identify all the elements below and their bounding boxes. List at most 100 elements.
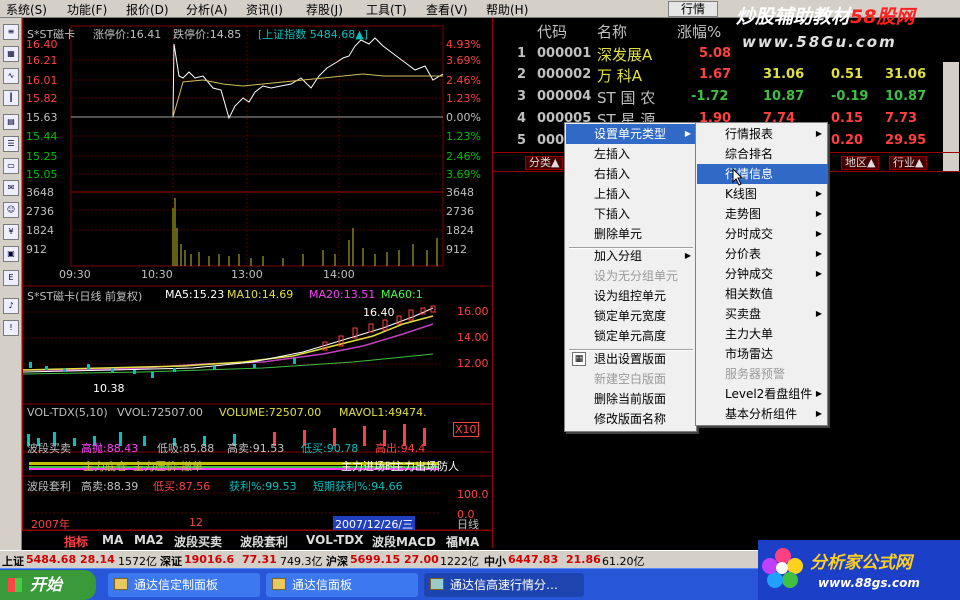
tab-indicator[interactable]: 指标 bbox=[64, 533, 88, 550]
start-button[interactable]: 开始 bbox=[0, 570, 96, 600]
warning-icon[interactable]: ! bbox=[3, 320, 19, 336]
ma60-label: MA60:1 bbox=[381, 288, 423, 301]
menu-kline-chart[interactable]: K线图 ▶ bbox=[697, 184, 828, 204]
menu-help[interactable]: 帮助(H) bbox=[486, 1, 528, 18]
bd-indicator-label: 波段买卖 bbox=[27, 442, 71, 455]
menu-rename-layout[interactable]: 修改版面名称 bbox=[566, 409, 697, 429]
menu-delete-layout[interactable]: 删除当前版面 bbox=[566, 389, 697, 409]
menu-big-orders[interactable]: 主力大单 bbox=[697, 324, 828, 344]
menu-delete-cell[interactable]: 删除单元 bbox=[566, 224, 697, 244]
volume-tick: 2736 bbox=[446, 205, 474, 218]
row-name[interactable]: 深发展A bbox=[597, 44, 652, 65]
row-name[interactable]: 万 科A bbox=[597, 65, 642, 86]
tab-ma[interactable]: MA bbox=[102, 533, 123, 547]
menu-minute-trades[interactable]: 分钟成交 ▶ bbox=[697, 264, 828, 284]
menu-insert-right[interactable]: 右插入 bbox=[566, 164, 697, 184]
table-icon[interactable]: ▤ bbox=[3, 114, 19, 130]
tab-bd-arbitrage[interactable]: 波段套利 bbox=[240, 533, 288, 550]
col-code[interactable]: 代码 bbox=[537, 21, 567, 42]
tab-ma2[interactable]: MA2 bbox=[134, 533, 164, 547]
menu-price-table[interactable]: 分价表 ▶ bbox=[697, 244, 828, 264]
row-code[interactable]: 000001 bbox=[537, 46, 591, 61]
menu-level2-components[interactable]: Level2看盘组件 ▶ bbox=[697, 384, 828, 404]
menu-set-cell-type[interactable]: 设置单元类型 ▶ bbox=[566, 124, 697, 144]
task-quote-app[interactable]: 通达信高速行情分… bbox=[424, 573, 584, 597]
row-number: 2 bbox=[517, 67, 527, 82]
mail-icon[interactable]: ✉ bbox=[3, 180, 19, 196]
menu-quote-report[interactable]: 行情报表 ▶ bbox=[697, 124, 828, 144]
list-icon[interactable]: ☰ bbox=[3, 136, 19, 152]
ad-url: www.88gs.com bbox=[818, 576, 920, 590]
menu-related-values[interactable]: 相关数值 bbox=[697, 284, 828, 304]
time-tick: 09:30 bbox=[59, 268, 91, 281]
tab-bd-trade[interactable]: 波段买卖 bbox=[174, 533, 222, 550]
folder-icon bbox=[272, 578, 286, 590]
bd-note: 主力压价-撤单 bbox=[133, 460, 203, 473]
row-delta: -0.19 bbox=[831, 89, 869, 104]
kline-icon[interactable]: ┃ bbox=[3, 90, 19, 106]
users-icon[interactable]: ☺ bbox=[3, 202, 19, 218]
grid-icon[interactable]: ▦ bbox=[3, 46, 19, 62]
task-panel[interactable]: 通达信面板 bbox=[266, 573, 418, 597]
menu-lock-height[interactable]: 锁定单元高度 bbox=[566, 326, 697, 346]
volume-tick: 3648 bbox=[26, 186, 54, 199]
menu-composite-rank[interactable]: 综合排名 bbox=[697, 144, 828, 164]
menu-lock-width[interactable]: 锁定单元宽度 bbox=[566, 306, 697, 326]
menu-add-group[interactable]: 加入分组 ▶ bbox=[566, 246, 697, 266]
menu-quote-info[interactable]: 行情信息 bbox=[697, 164, 828, 184]
doc-icon[interactable]: ▭ bbox=[3, 158, 19, 174]
bd-buy-value: 低买:90.78 bbox=[301, 442, 359, 455]
etf-icon[interactable]: E bbox=[3, 270, 19, 286]
menu-set-group-control[interactable]: 设为组控单元 bbox=[566, 286, 697, 306]
tab-fu-ma[interactable]: 福MA bbox=[446, 533, 479, 550]
volume-tick: 1824 bbox=[26, 224, 54, 237]
menu-insert-left[interactable]: 左插入 bbox=[566, 144, 697, 164]
menu-exit-layout[interactable]: ▦ 退出设置版面 bbox=[566, 349, 697, 369]
tab-bd-macd[interactable]: 波段MACD bbox=[372, 533, 436, 550]
row-number: 5 bbox=[517, 133, 527, 148]
chart-area[interactable]: S*ST磁卡 涨停价:16.41 跌停价:14.85 [上证指数 5484.68… bbox=[22, 18, 493, 548]
menu-insert-above[interactable]: 上插入 bbox=[566, 184, 697, 204]
report-icon[interactable]: ≡ bbox=[3, 24, 19, 40]
row-code[interactable]: 000002 bbox=[537, 67, 591, 82]
calendar-icon[interactable]: ▣ bbox=[3, 246, 19, 262]
date-month: 12 bbox=[189, 516, 203, 529]
menu-system[interactable]: 系统(S) bbox=[6, 1, 47, 18]
line-chart-icon[interactable]: ∿ bbox=[3, 68, 19, 84]
row-bid: 29.95 bbox=[885, 133, 927, 148]
submenu-cell-type: 行情报表 ▶ 综合排名 行情信息 K线图 ▶ 走势图 ▶ 分时成交 ▶ 分价表 ▶ 分钟成… bbox=[695, 122, 828, 426]
left-toolbar: ≡ ▦ ∿ ┃ ▤ ☰ ▭ ✉ ☺ ¥ ▣ E ♪ ! bbox=[0, 18, 22, 550]
menu-order-book[interactable]: 买卖盘 ▶ bbox=[697, 304, 828, 324]
menu-tick-trades[interactable]: 分时成交 ▶ bbox=[697, 224, 828, 244]
quote-button[interactable]: 行情 bbox=[668, 1, 718, 17]
menu-function[interactable]: 功能(F) bbox=[67, 1, 107, 18]
menu-trend-chart[interactable]: 走势图 ▶ bbox=[697, 204, 828, 224]
pct-tick: 3.69% bbox=[446, 54, 481, 67]
menu-tools[interactable]: 工具(T) bbox=[366, 1, 407, 18]
menu-market-radar[interactable]: 市场雷达 bbox=[697, 344, 828, 364]
sound-icon[interactable]: ♪ bbox=[3, 298, 19, 314]
menu-recommend[interactable]: 荐股(J) bbox=[306, 1, 343, 18]
menu-fundamental-components[interactable]: 基本分析组件 ▶ bbox=[697, 404, 828, 424]
row-name[interactable]: ST 国 农 bbox=[597, 87, 655, 108]
funds-icon[interactable]: ¥ bbox=[3, 224, 19, 240]
tab-region[interactable]: 地区▲ bbox=[841, 156, 880, 170]
menu-insert-below[interactable]: 下插入 bbox=[566, 204, 697, 224]
tab-vol-tdx[interactable]: VOL-TDX bbox=[306, 533, 364, 547]
tab-industry[interactable]: 行业▲ bbox=[889, 156, 928, 170]
menu-analysis[interactable]: 分析(A) bbox=[186, 1, 228, 18]
tab-category[interactable]: 分类▲ bbox=[525, 156, 564, 170]
menu-view[interactable]: 查看(V) bbox=[426, 1, 468, 18]
tl-indicator-label: 波段套利 bbox=[27, 480, 71, 493]
volume-tick: 3648 bbox=[446, 186, 474, 199]
menu-info[interactable]: 资讯(I) bbox=[246, 1, 283, 18]
row-code[interactable]: 000004 bbox=[537, 89, 591, 104]
menu-quote[interactable]: 报价(D) bbox=[126, 1, 169, 18]
pct-tick: 2.46% bbox=[446, 150, 481, 163]
volume-tick: 2736 bbox=[26, 205, 54, 218]
col-change[interactable]: 涨幅% bbox=[677, 21, 721, 42]
zx-label: 中小 bbox=[484, 555, 506, 568]
task-custom-panel[interactable]: 通达信定制面板 bbox=[108, 573, 260, 597]
sh-label: 上证 bbox=[2, 555, 24, 568]
col-name[interactable]: 名称 bbox=[597, 21, 627, 42]
